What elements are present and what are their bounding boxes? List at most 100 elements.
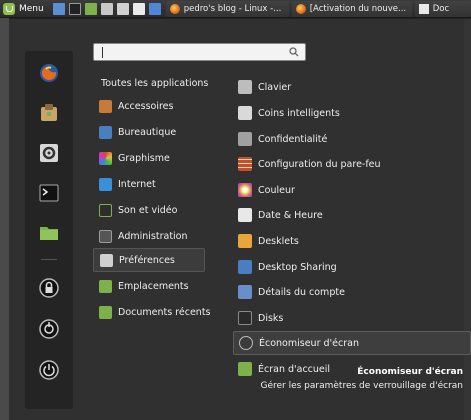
category-preferences[interactable]: Préférences bbox=[93, 248, 205, 272]
fav-terminal[interactable] bbox=[37, 181, 61, 205]
category-recent-documents[interactable]: Documents récents bbox=[93, 300, 211, 324]
menu-button[interactable]: Menu bbox=[0, 0, 51, 18]
app-disks[interactable]: Disks bbox=[233, 306, 471, 330]
recent-documents-icon bbox=[99, 305, 112, 319]
menu-label: Menu bbox=[19, 3, 44, 14]
image-viewer-icon[interactable] bbox=[100, 2, 113, 15]
fav-software-manager[interactable] bbox=[37, 101, 61, 125]
app-label: Date & Heure bbox=[258, 209, 323, 221]
window-button-blog[interactable]: pedro's blog - Linux -... bbox=[165, 0, 289, 17]
background-window-left bbox=[0, 18, 9, 420]
lock-icon bbox=[39, 278, 59, 298]
power-icon bbox=[39, 360, 59, 380]
desktop-sharing-icon bbox=[238, 260, 252, 274]
administration-icon bbox=[99, 229, 112, 243]
firefox-icon bbox=[295, 3, 306, 14]
terminal-icon[interactable] bbox=[68, 2, 81, 15]
category-internet[interactable]: Internet bbox=[93, 172, 205, 196]
category-accessories[interactable]: Accessoires bbox=[93, 94, 205, 118]
login-window-icon bbox=[238, 362, 252, 376]
app-label: Desklets bbox=[258, 235, 299, 247]
folder-icon bbox=[40, 227, 58, 240]
app-hot-corners[interactable]: Coins intelligents bbox=[233, 101, 471, 125]
window-button-doc[interactable]: Doc bbox=[414, 0, 471, 17]
app-label: Écran d'accueil bbox=[258, 363, 331, 375]
category-administration[interactable]: Administration bbox=[93, 224, 205, 248]
mint-logo-icon bbox=[3, 2, 15, 15]
app-desklets[interactable]: Desklets bbox=[233, 229, 471, 253]
application-menu: Toutes les applications Accessoires Bure… bbox=[9, 18, 471, 420]
places-icon bbox=[99, 279, 112, 293]
category-office[interactable]: Bureautique bbox=[93, 120, 205, 144]
color-icon bbox=[238, 183, 252, 197]
category-places[interactable]: Emplacements bbox=[93, 274, 205, 298]
app-desktop-sharing[interactable]: Desktop Sharing bbox=[233, 255, 471, 279]
system-settings-icon bbox=[40, 144, 58, 162]
text-editor-icon[interactable] bbox=[132, 2, 145, 15]
app-label: Détails du compte bbox=[258, 286, 345, 298]
app-date-time[interactable]: Date & Heure bbox=[233, 203, 471, 227]
app-label: Configuration du pare-feu bbox=[258, 158, 381, 170]
search-icon bbox=[289, 47, 299, 60]
category-label: Accessoires bbox=[118, 100, 174, 112]
category-label: Documents récents bbox=[118, 306, 211, 318]
privacy-icon bbox=[238, 132, 252, 146]
app-privacy[interactable]: Confidentialité bbox=[233, 127, 471, 151]
firefox-icon bbox=[40, 64, 58, 82]
fav-logout[interactable] bbox=[37, 317, 61, 341]
app-screensaver[interactable]: Économiseur d'écran bbox=[233, 331, 471, 355]
screensaver-icon bbox=[239, 336, 253, 350]
date-time-icon bbox=[238, 208, 252, 222]
document-icon bbox=[418, 3, 429, 14]
favorites-sidebar bbox=[25, 51, 73, 409]
terminal-icon bbox=[39, 184, 59, 202]
account-details-icon bbox=[238, 285, 252, 299]
preferences-icon bbox=[100, 253, 113, 267]
category-label: Préférences bbox=[119, 254, 175, 266]
app-label: Couleur bbox=[258, 184, 295, 196]
app-color[interactable]: Couleur bbox=[233, 178, 471, 202]
selected-app-description: Gérer les paramètres de verrouillage d'é… bbox=[260, 381, 463, 391]
text-caret bbox=[102, 47, 103, 58]
all-applications-category[interactable]: Toutes les applications bbox=[101, 78, 208, 89]
window-button-activation[interactable]: [Activation du nouve... bbox=[291, 0, 412, 17]
office-icon bbox=[99, 125, 112, 139]
app-keyboard[interactable]: Clavier bbox=[233, 75, 471, 99]
app-firewall[interactable]: Configuration du pare-feu bbox=[233, 152, 471, 176]
app-label: Économiseur d'écran bbox=[259, 337, 359, 349]
app-account-details[interactable]: Détails du compte bbox=[233, 280, 471, 304]
app-label: Disks bbox=[258, 312, 284, 324]
multimedia-icon bbox=[99, 203, 112, 217]
app-label: Desktop Sharing bbox=[258, 261, 337, 273]
category-label: Internet bbox=[118, 178, 156, 190]
show-desktop-icon[interactable] bbox=[52, 2, 65, 15]
screenshot-icon[interactable] bbox=[116, 2, 129, 15]
graphics-icon bbox=[99, 151, 112, 165]
fav-system-settings[interactable] bbox=[37, 141, 61, 165]
files-icon[interactable] bbox=[148, 2, 161, 15]
keyboard-icon bbox=[238, 80, 252, 94]
firewall-icon bbox=[238, 157, 252, 171]
category-graphics[interactable]: Graphisme bbox=[93, 146, 205, 170]
category-multimedia[interactable]: Son et vidéo bbox=[93, 198, 205, 222]
fav-lock-screen[interactable] bbox=[37, 276, 61, 300]
category-label: Son et vidéo bbox=[118, 204, 178, 216]
top-panel: Menu pedro's blog - Linux -... [Activati… bbox=[0, 0, 471, 18]
accessories-icon bbox=[99, 99, 112, 113]
window-title: pedro's blog - Linux -... bbox=[183, 3, 282, 14]
fav-firefox[interactable] bbox=[37, 61, 61, 85]
fav-shutdown[interactable] bbox=[37, 358, 61, 382]
category-label: Administration bbox=[118, 230, 188, 242]
fav-files[interactable] bbox=[37, 221, 61, 245]
selected-app-title: Économiseur d'écran bbox=[357, 367, 463, 377]
search-input[interactable] bbox=[93, 43, 306, 61]
app-label: Coins intelligents bbox=[258, 107, 340, 119]
folder-icon[interactable] bbox=[84, 2, 97, 15]
category-label: Graphisme bbox=[118, 152, 170, 164]
desklets-icon bbox=[238, 234, 252, 248]
app-label: Clavier bbox=[258, 81, 292, 93]
disks-icon bbox=[238, 311, 252, 325]
app-label: Confidentialité bbox=[258, 133, 328, 145]
window-title: [Activation du nouve... bbox=[309, 3, 407, 14]
favorites-separator bbox=[41, 259, 57, 260]
